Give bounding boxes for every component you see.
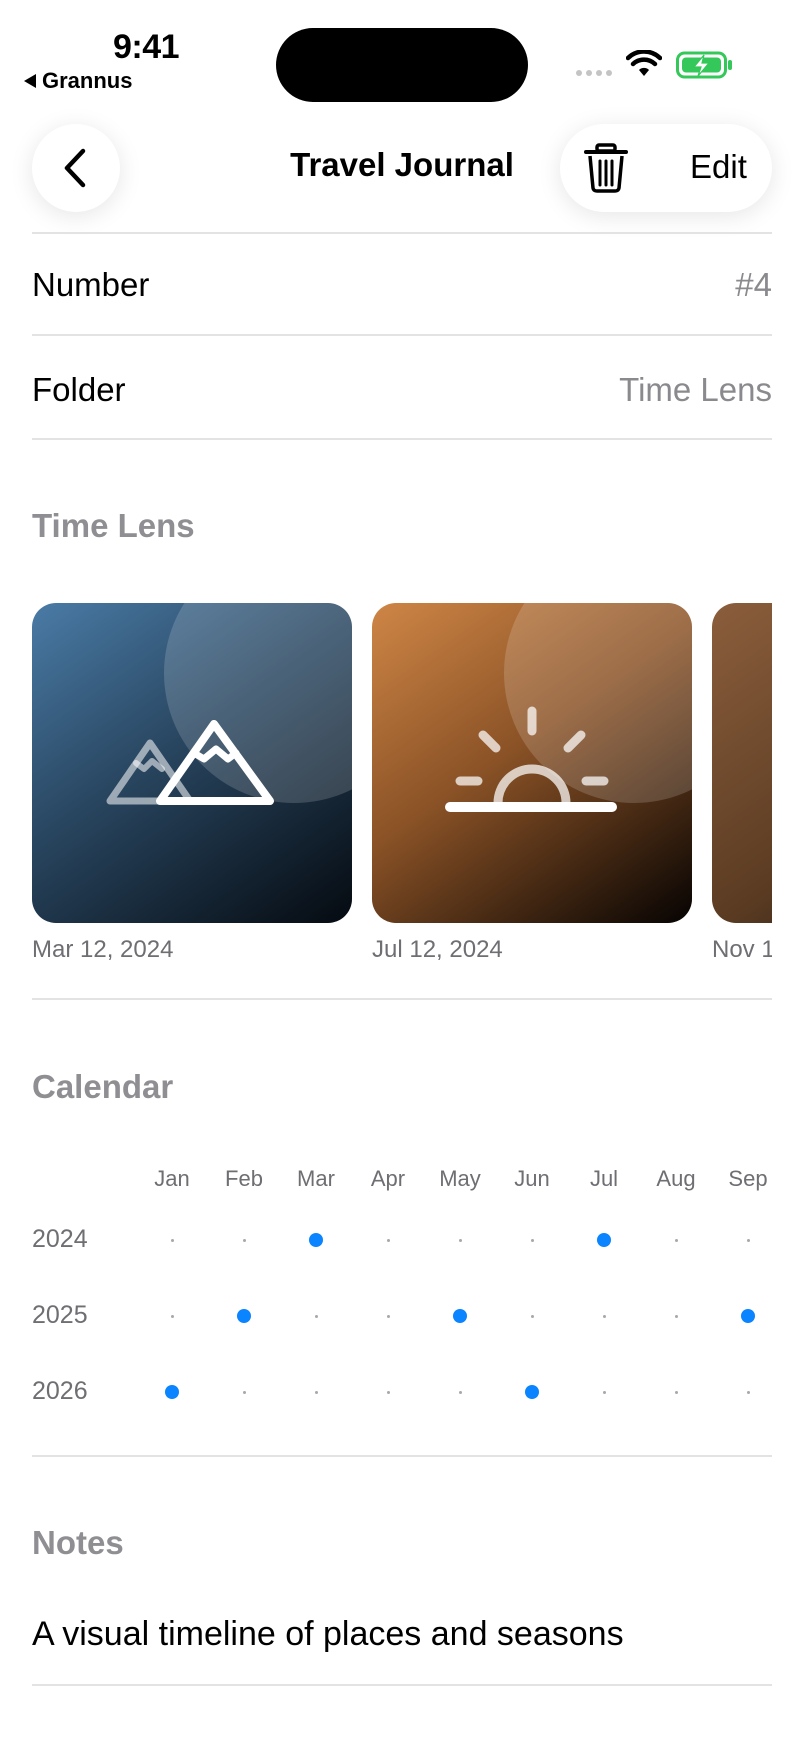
calendar-empty-dot — [530, 1238, 534, 1242]
status-bar: 9:41 Grannus — [0, 0, 804, 102]
calendar-month-label: May — [439, 1166, 481, 1191]
calendar-marked-dot[interactable] — [525, 1385, 539, 1399]
calendar-month-label: Jul — [589, 1166, 619, 1191]
calendar-marked-dot[interactable] — [453, 1309, 467, 1323]
time-lens-carousel[interactable]: Mar 12, 2024 Jul 12, 2024 Nov 1 — [32, 603, 772, 973]
calendar-empty-dot — [242, 1390, 246, 1394]
back-app-label: Grannus — [42, 68, 133, 93]
time-lens-card[interactable] — [32, 603, 352, 923]
calendar-empty-dot — [458, 1238, 462, 1242]
calendar-empty-dot — [746, 1390, 750, 1394]
calendar-month-label: Sep — [728, 1166, 768, 1191]
wifi-icon — [626, 50, 662, 76]
calendar-year-label: 2026 — [32, 1377, 88, 1405]
calendar-empty-dot — [458, 1390, 462, 1394]
time-lens-date: Mar 12, 2024 — [32, 936, 174, 963]
calendar-empty-dot — [314, 1314, 318, 1318]
calendar-empty-dot — [746, 1238, 750, 1242]
calendar-marked-dot[interactable] — [237, 1309, 251, 1323]
calendar-empty-dot — [242, 1238, 246, 1242]
calendar-empty-dot — [602, 1390, 606, 1394]
calendar-empty-dot — [674, 1314, 678, 1318]
signal-icon — [576, 70, 612, 76]
calendar-empty-dot — [674, 1390, 678, 1394]
time-lens-date: Nov 1 — [712, 936, 772, 963]
calendar-empty-dot — [314, 1390, 318, 1394]
calendar-marked-dot[interactable] — [597, 1233, 611, 1247]
divider — [32, 998, 772, 1000]
calendar-empty-dot — [602, 1314, 606, 1318]
calendar-marked-dot[interactable] — [165, 1385, 179, 1399]
calendar-empty-dot — [386, 1390, 390, 1394]
folder-label: Folder — [32, 371, 126, 408]
calendar-month-label: Mar — [297, 1166, 335, 1191]
calendar-empty-dot — [386, 1314, 390, 1318]
mountains-icon — [106, 720, 274, 805]
back-to-app-link[interactable]: Grannus — [24, 68, 132, 94]
nav-actions-group: Edit — [560, 124, 772, 212]
calendar-title: Calendar — [32, 1068, 174, 1105]
sunset-icon — [445, 706, 617, 812]
time-lens-title: Time Lens — [32, 507, 195, 544]
edit-button[interactable]: Edit — [690, 148, 747, 186]
time-lens-card[interactable] — [372, 603, 692, 923]
back-triangle-icon — [24, 74, 36, 88]
time-lens-date: Jul 12, 2024 — [372, 936, 503, 963]
calendar-year-label: 2025 — [32, 1301, 88, 1329]
calendar-month-label: Jun — [514, 1166, 550, 1191]
divider — [32, 438, 772, 440]
number-value: #4 — [735, 266, 772, 303]
calendar-month-label: Apr — [370, 1166, 406, 1191]
time-lens-card[interactable] — [712, 603, 772, 923]
dynamic-island — [276, 28, 528, 102]
notes-text: A visual timeline of places and seasons — [32, 1615, 624, 1653]
calendar-empty-dot — [530, 1314, 534, 1318]
folder-value[interactable]: Time Lens — [619, 371, 772, 409]
calendar-empty-dot — [170, 1314, 174, 1318]
calendar-month-label: Aug — [656, 1166, 696, 1191]
calendar-month-label: Jan — [154, 1166, 190, 1191]
calendar-month-label: Feb — [225, 1166, 263, 1191]
trash-icon[interactable] — [580, 142, 632, 194]
status-time: 9:41 — [113, 28, 180, 66]
calendar-marked-dot[interactable] — [309, 1233, 323, 1247]
divider — [32, 1455, 772, 1457]
divider — [32, 1684, 772, 1686]
battery-charging-icon — [676, 51, 732, 79]
divider — [32, 232, 772, 234]
calendar-empty-dot — [674, 1238, 678, 1242]
calendar-marked-dot[interactable] — [741, 1309, 755, 1323]
divider — [32, 334, 772, 336]
calendar-year-label: 2024 — [32, 1225, 88, 1253]
calendar-empty-dot — [386, 1238, 390, 1242]
notes-title: Notes — [32, 1524, 124, 1561]
number-label: Number — [32, 266, 150, 303]
calendar-empty-dot — [170, 1238, 174, 1242]
